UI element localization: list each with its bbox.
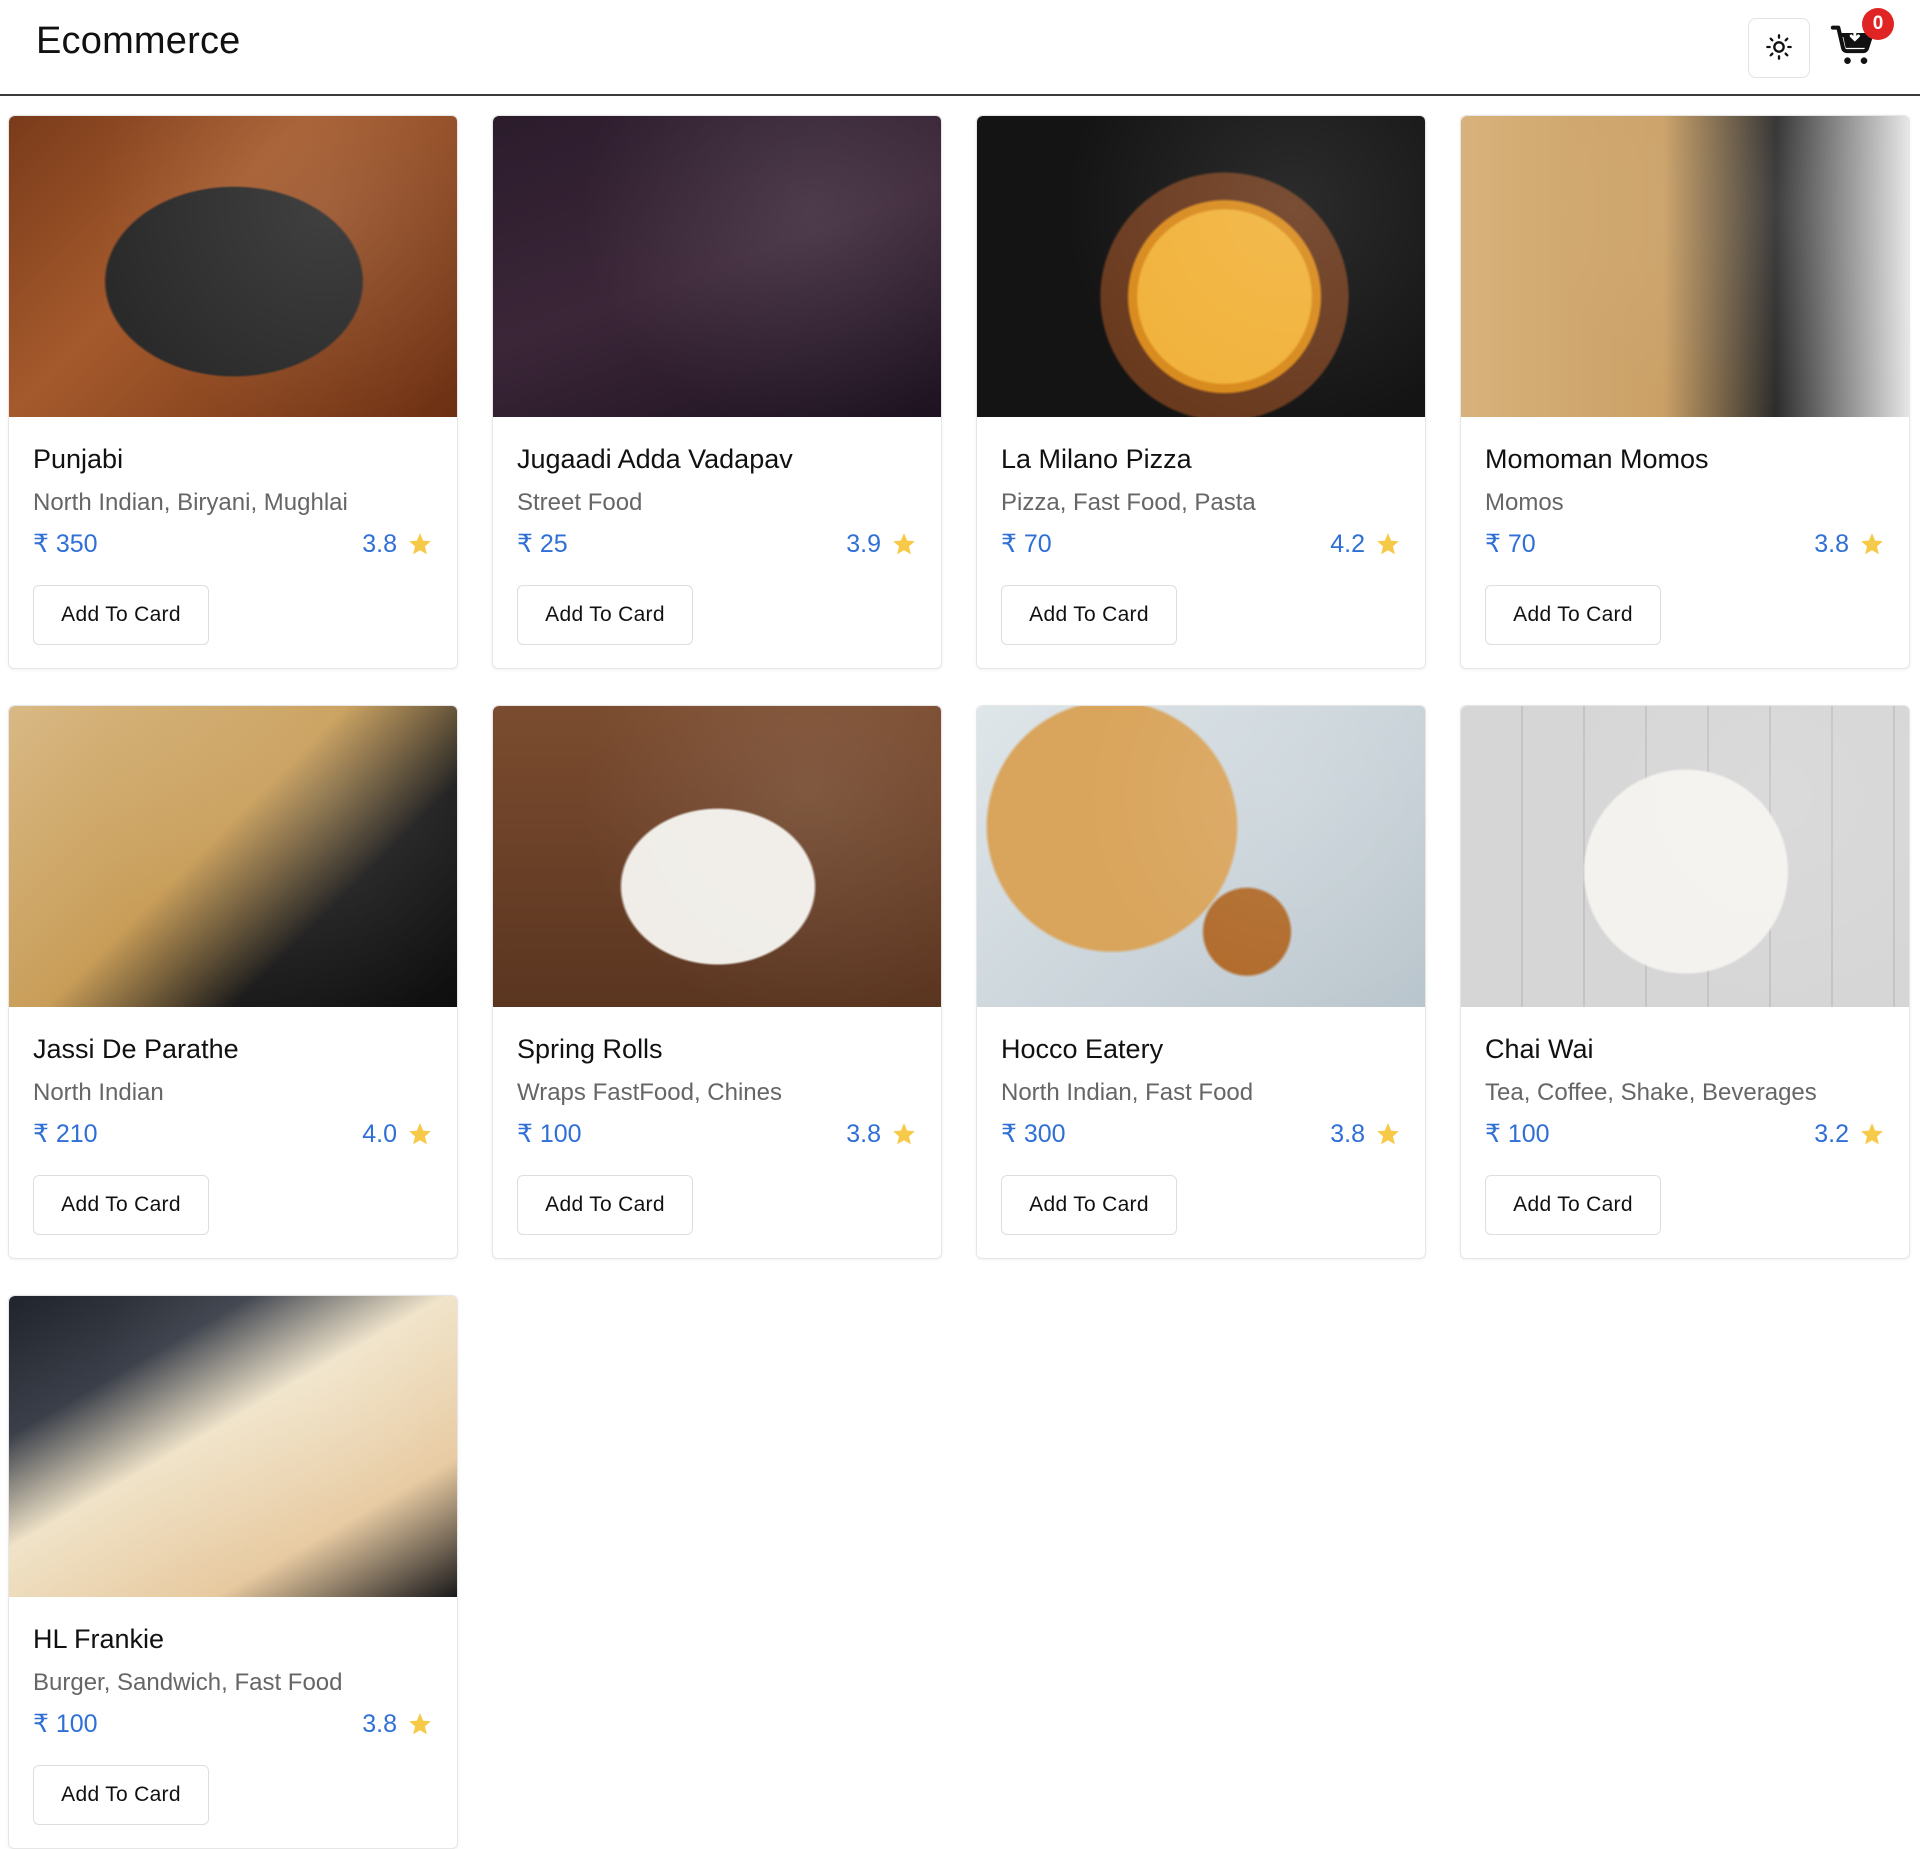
add-to-card-button[interactable]: Add To Card [1001, 585, 1177, 645]
rating-value: 3.8 [1814, 529, 1849, 558]
product-name: Jugaadi Adda Vadapav [517, 444, 793, 474]
star-icon [1377, 1123, 1399, 1145]
rating-value: 3.8 [362, 1709, 397, 1738]
add-to-card-button[interactable]: Add To Card [1001, 1175, 1177, 1235]
rating-value: 3.9 [846, 529, 881, 558]
product-cuisine: Street Food [517, 489, 643, 516]
add-to-card-button[interactable]: Add To Card [33, 1765, 209, 1825]
product-rating: 4.2 [1330, 530, 1401, 559]
product-cuisine: Burger, Sandwich, Fast Food [33, 1669, 343, 1696]
product-price: ₹ 210 [33, 1120, 98, 1148]
star-icon [1861, 533, 1883, 555]
rating-value: 3.8 [1330, 1119, 1365, 1148]
product-rating: 3.9 [846, 530, 917, 559]
product-price: ₹ 25 [517, 530, 568, 558]
product-rating: 3.8 [362, 1710, 433, 1739]
product-price: ₹ 350 [33, 530, 98, 558]
product-name: Momoman Momos [1485, 444, 1709, 474]
product-cuisine: North Indian, Biryani, Mughlai [33, 489, 348, 516]
product-grid: Punjabi North Indian, Biryani, Mughlai ₹… [8, 115, 1910, 1849]
product-image[interactable] [977, 706, 1425, 1007]
product-card: HL Frankie Burger, Sandwich, Fast Food ₹… [8, 1295, 458, 1849]
product-name: Spring Rolls [517, 1034, 663, 1064]
star-icon [409, 533, 431, 555]
product-rating: 3.8 [1814, 530, 1885, 559]
star-icon [893, 533, 915, 555]
cart-count-badge: 0 [1862, 8, 1894, 40]
add-to-card-button[interactable]: Add To Card [1485, 1175, 1661, 1235]
product-rating: 4.0 [362, 1120, 433, 1149]
product-card: Hocco Eatery North Indian, Fast Food ₹ 3… [976, 705, 1426, 1259]
product-card: Spring Rolls Wraps FastFood, Chines ₹ 10… [492, 705, 942, 1259]
product-cuisine: North Indian [33, 1079, 164, 1106]
sun-icon [1765, 33, 1793, 64]
product-price: ₹ 100 [517, 1120, 582, 1148]
product-image[interactable] [1461, 116, 1909, 417]
product-cuisine: Tea, Coffee, Shake, Beverages [1485, 1079, 1817, 1106]
product-rating: 3.2 [1814, 1120, 1885, 1149]
product-card: Momoman Momos Momos ₹ 70 3.8 Add To Card [1460, 115, 1910, 669]
product-name: Chai Wai [1485, 1034, 1594, 1064]
product-price: ₹ 100 [1485, 1120, 1550, 1148]
product-card: Punjabi North Indian, Biryani, Mughlai ₹… [8, 115, 458, 669]
product-cuisine: Pizza, Fast Food, Pasta [1001, 489, 1256, 516]
star-icon [409, 1713, 431, 1735]
product-image[interactable] [9, 1296, 457, 1597]
product-price: ₹ 100 [33, 1710, 98, 1738]
product-cuisine: North Indian, Fast Food [1001, 1079, 1254, 1106]
star-icon [1861, 1123, 1883, 1145]
product-card: Jugaadi Adda Vadapav Street Food ₹ 25 3.… [492, 115, 942, 669]
add-to-card-button[interactable]: Add To Card [517, 1175, 693, 1235]
product-name: La Milano Pizza [1001, 444, 1192, 474]
product-rating: 3.8 [362, 530, 433, 559]
product-image[interactable] [493, 116, 941, 417]
navbar: Ecommerce 0 [0, 0, 1920, 96]
add-to-card-button[interactable]: Add To Card [33, 1175, 209, 1235]
product-price: ₹ 300 [1001, 1120, 1066, 1148]
product-rating: 3.8 [846, 1120, 917, 1149]
theme-toggle-button[interactable] [1748, 18, 1810, 78]
rating-value: 4.0 [362, 1119, 397, 1148]
add-to-card-button[interactable]: Add To Card [33, 585, 209, 645]
product-cuisine: Momos [1485, 489, 1564, 516]
product-image[interactable] [493, 706, 941, 1007]
product-card: Jassi De Parathe North Indian ₹ 210 4.0 … [8, 705, 458, 1259]
product-card: Chai Wai Tea, Coffee, Shake, Beverages ₹… [1460, 705, 1910, 1259]
product-image[interactable] [9, 116, 457, 417]
product-image[interactable] [1461, 706, 1909, 1007]
rating-value: 3.2 [1814, 1119, 1849, 1148]
product-name: Punjabi [33, 444, 124, 474]
star-icon [409, 1123, 431, 1145]
product-price: ₹ 70 [1485, 530, 1536, 558]
product-cuisine: Wraps FastFood, Chines [517, 1079, 782, 1106]
product-image[interactable] [977, 116, 1425, 417]
star-icon [1377, 533, 1399, 555]
rating-value: 3.8 [362, 529, 397, 558]
add-to-card-button[interactable]: Add To Card [517, 585, 693, 645]
rating-value: 3.8 [846, 1119, 881, 1148]
product-price: ₹ 70 [1001, 530, 1052, 558]
product-rating: 3.8 [1330, 1120, 1401, 1149]
star-icon [893, 1123, 915, 1145]
add-to-card-button[interactable]: Add To Card [1485, 585, 1661, 645]
product-image[interactable] [9, 706, 457, 1007]
product-name: Hocco Eatery [1001, 1034, 1164, 1064]
product-name: Jassi De Parathe [33, 1034, 239, 1064]
brand-title[interactable]: Ecommerce [36, 20, 241, 63]
rating-value: 4.2 [1330, 529, 1365, 558]
product-card: La Milano Pizza Pizza, Fast Food, Pasta … [976, 115, 1426, 669]
product-name: HL Frankie [33, 1624, 165, 1654]
